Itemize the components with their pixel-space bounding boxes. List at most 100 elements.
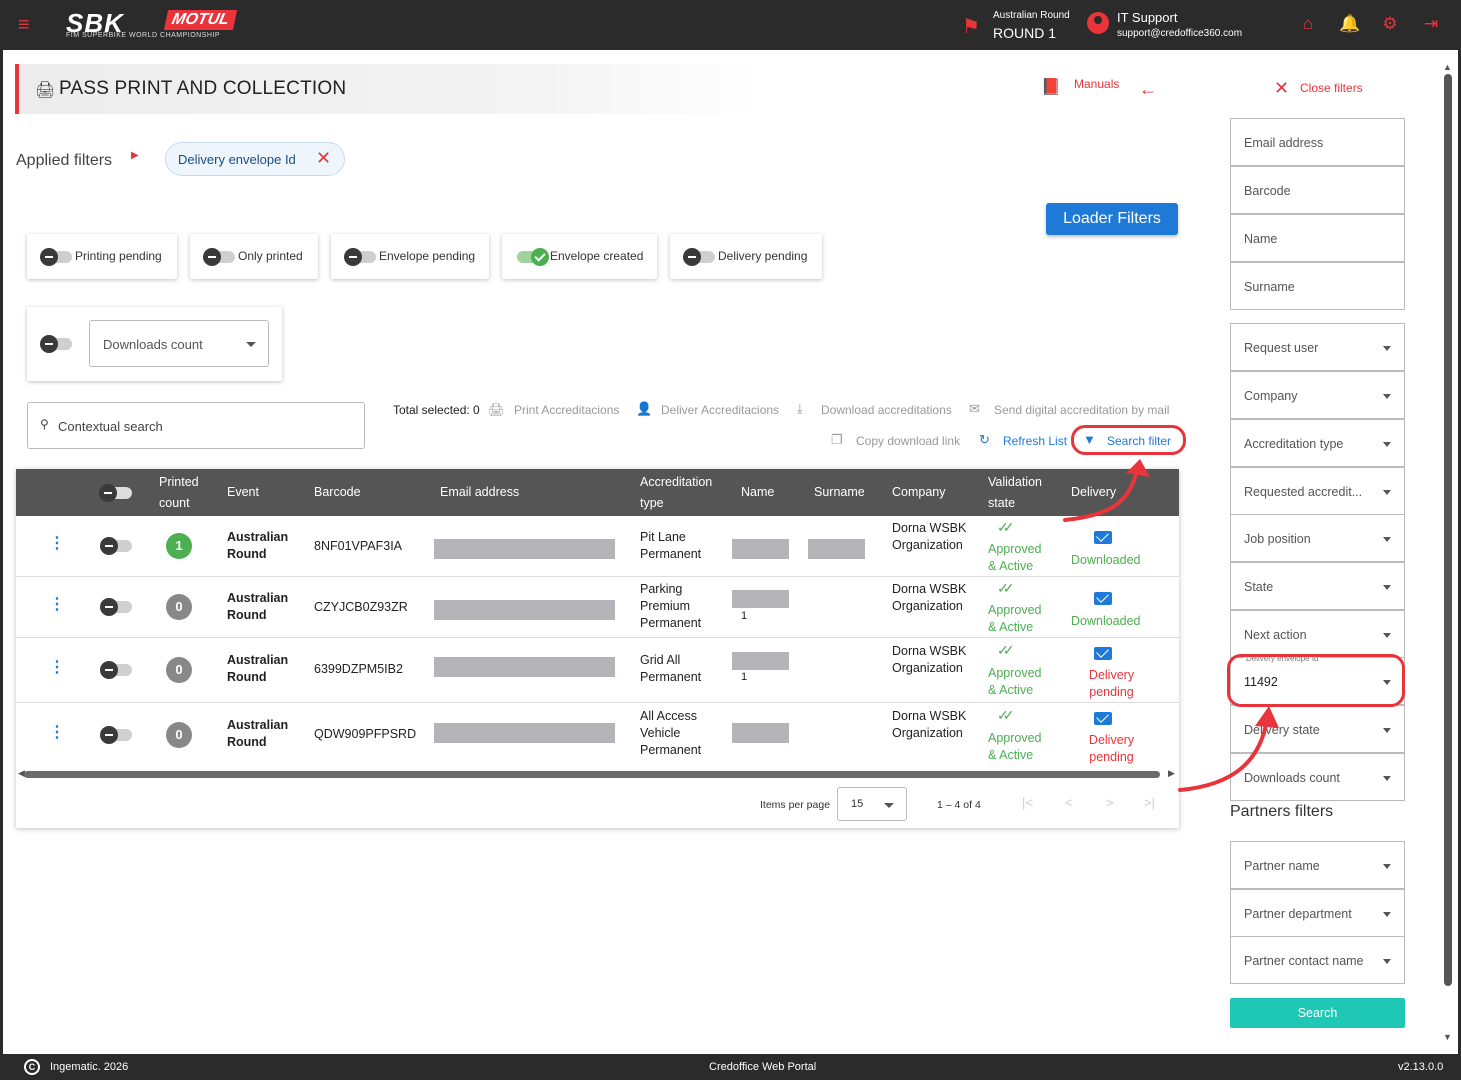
horizontal-scrollbar[interactable] — [24, 771, 1160, 778]
col-validation-state[interactable]: Validation state — [988, 472, 1063, 514]
download-accreditations-button[interactable]: Download accreditations — [821, 403, 952, 417]
barcode-filter-input[interactable]: Barcode — [1230, 166, 1405, 214]
more-vert-icon[interactable]: ⋮ — [49, 725, 65, 741]
partner-contact-name-select[interactable]: Partner contact name — [1230, 936, 1405, 984]
book-icon[interactable]: 📕 — [1041, 77, 1061, 96]
envelope-icon[interactable] — [1094, 712, 1112, 725]
gear-icon[interactable]: ⚙ — [1380, 14, 1400, 34]
logout-icon[interactable]: ⇥ — [1421, 14, 1441, 34]
toggle-card-printing-pending[interactable]: Printing pending — [27, 234, 177, 279]
arrow-left-icon[interactable]: ← — [1139, 79, 1157, 100]
manuals-link[interactable]: Manuals — [1074, 77, 1119, 91]
envelope-icon[interactable] — [1094, 592, 1112, 605]
sbk-logo[interactable]: SBK MOTUL FIM SUPERBIKE WORLD CHAMPIONSH… — [66, 8, 241, 42]
job-position-select[interactable]: Job position — [1230, 514, 1405, 562]
col-event[interactable]: Event — [227, 482, 259, 503]
table-row[interactable]: ⋮ 0 Australian Round QDW909PFPSRD All Ac… — [16, 703, 1179, 769]
select-all-toggle[interactable] — [99, 484, 132, 502]
name-filter-input[interactable]: Name — [1230, 214, 1405, 262]
filter-chip[interactable]: Delivery envelope Id ✕ — [165, 142, 345, 176]
row-toggle[interactable] — [100, 661, 132, 679]
request-user-select[interactable]: Request user — [1230, 323, 1405, 371]
vertical-scrollbar[interactable] — [1444, 74, 1452, 986]
scroll-up-icon[interactable]: ▲ — [1443, 62, 1452, 72]
scroll-down-icon[interactable]: ▼ — [1443, 1032, 1452, 1042]
items-per-page-select[interactable]: 15 — [837, 787, 907, 821]
partner-department-select[interactable]: Partner department — [1230, 889, 1405, 937]
row-toggle[interactable] — [100, 537, 132, 555]
state-select[interactable]: State — [1230, 562, 1405, 610]
surname-filter-input[interactable]: Surname — [1230, 262, 1405, 310]
toggle-card-envelope-pending[interactable]: Envelope pending — [331, 234, 489, 279]
company-select[interactable]: Company — [1230, 371, 1405, 419]
col-barcode[interactable]: Barcode — [314, 482, 361, 503]
name-extra-cell: 1 — [741, 610, 748, 622]
print-accreditations-button[interactable]: Print Accreditacions — [514, 403, 619, 417]
toggle-card-envelope-created[interactable]: Envelope created — [502, 234, 657, 279]
first-page-icon[interactable]: |< — [1022, 795, 1033, 810]
printer-icon[interactable]: 🖨 — [488, 402, 505, 418]
accreditation-type-select[interactable]: Accreditation type — [1230, 419, 1405, 467]
send-digital-accreditation-button[interactable]: Send digital accreditation by mail — [994, 403, 1169, 417]
deliver-accreditations-button[interactable]: Deliver Accreditacions — [661, 403, 779, 417]
badge-icon[interactable]: 👤 — [636, 401, 652, 417]
col-accreditation-type[interactable]: Accreditation type — [640, 472, 730, 514]
chevron-down-icon — [1383, 585, 1391, 590]
partner-name-select[interactable]: Partner name — [1230, 841, 1405, 889]
last-page-icon[interactable]: >| — [1144, 795, 1155, 810]
requested-accreditation-select[interactable]: Requested accredit... — [1230, 467, 1405, 515]
user-name: IT Support — [1117, 10, 1178, 25]
table-row[interactable]: ⋮ 0 Australian Round CZYJCB0Z93ZR Parkin… — [16, 577, 1179, 638]
col-printed-count[interactable]: Printed count — [159, 472, 219, 514]
scroll-right-icon[interactable]: ▶ — [1168, 768, 1175, 779]
row-toggle[interactable] — [100, 726, 132, 744]
mail-icon[interactable]: ✉ — [969, 401, 980, 417]
home-icon[interactable]: ⌂ — [1298, 14, 1318, 34]
email-filter-input[interactable]: Email address — [1230, 118, 1405, 166]
download-icon[interactable]: ⤓ — [797, 401, 803, 417]
search-button[interactable]: Search — [1230, 998, 1405, 1028]
toggle-switch[interactable] — [344, 248, 376, 266]
loader-filters-button[interactable]: Loader Filters — [1046, 203, 1178, 235]
table-row[interactable]: ⋮ 0 Australian Round 6399DZPM5IB2 Grid A… — [16, 638, 1179, 703]
user-icon[interactable] — [1087, 12, 1109, 34]
envelope-icon[interactable] — [1094, 531, 1112, 544]
printed-count-badge: 1 — [166, 533, 192, 559]
toggle-switch[interactable] — [683, 248, 715, 266]
next-page-icon[interactable]: > — [1106, 795, 1114, 810]
envelope-icon[interactable] — [1094, 647, 1112, 660]
refresh-list-button[interactable]: Refresh List — [1003, 434, 1067, 448]
next-action-select[interactable]: Next action — [1230, 610, 1405, 658]
copy-download-link-button[interactable]: Copy download link — [856, 434, 960, 448]
close-icon[interactable]: ✕ — [316, 148, 331, 169]
more-vert-icon[interactable]: ⋮ — [49, 660, 65, 676]
close-icon[interactable]: ✕ — [1274, 78, 1289, 99]
user-email: support@credoffice360.com — [1117, 28, 1243, 39]
refresh-icon[interactable]: ↻ — [979, 432, 990, 448]
search-icon: ⚲ — [40, 417, 49, 431]
row-toggle[interactable] — [100, 598, 132, 616]
contextual-search-input[interactable]: ⚲ Contextual search — [27, 402, 365, 449]
company-cell: Dorna WSBK Organization — [892, 644, 967, 675]
more-vert-icon[interactable]: ⋮ — [49, 597, 65, 613]
toggle-card-delivery-pending[interactable]: Delivery pending — [670, 234, 822, 279]
col-name[interactable]: Name — [741, 482, 774, 503]
col-company[interactable]: Company — [892, 482, 946, 503]
col-surname[interactable]: Surname — [814, 482, 865, 503]
prev-page-icon[interactable]: < — [1065, 795, 1073, 810]
toggle-switch[interactable] — [40, 335, 72, 353]
toggle-card-only-printed[interactable]: Only printed — [190, 234, 318, 279]
toggle-switch[interactable] — [517, 248, 549, 266]
more-vert-icon[interactable]: ⋮ — [49, 536, 65, 552]
downloads-count-select[interactable]: Downloads count — [89, 320, 269, 367]
bell-icon[interactable]: 🔔 — [1339, 14, 1360, 34]
col-email[interactable]: Email address — [440, 482, 519, 503]
annotation-arrow-icon — [1063, 459, 1150, 522]
toggle-switch[interactable] — [203, 248, 235, 266]
double-check-icon: ✓✓ — [997, 519, 1015, 535]
copy-icon[interactable]: ❐ — [831, 432, 843, 448]
menu-icon[interactable]: ≡ — [18, 15, 38, 35]
chevron-down-icon — [1383, 864, 1391, 869]
toggle-switch[interactable] — [40, 248, 72, 266]
table-row[interactable]: ⋮ 1 Australian Round 8NF01VPAF3IA Pit La… — [16, 516, 1179, 577]
